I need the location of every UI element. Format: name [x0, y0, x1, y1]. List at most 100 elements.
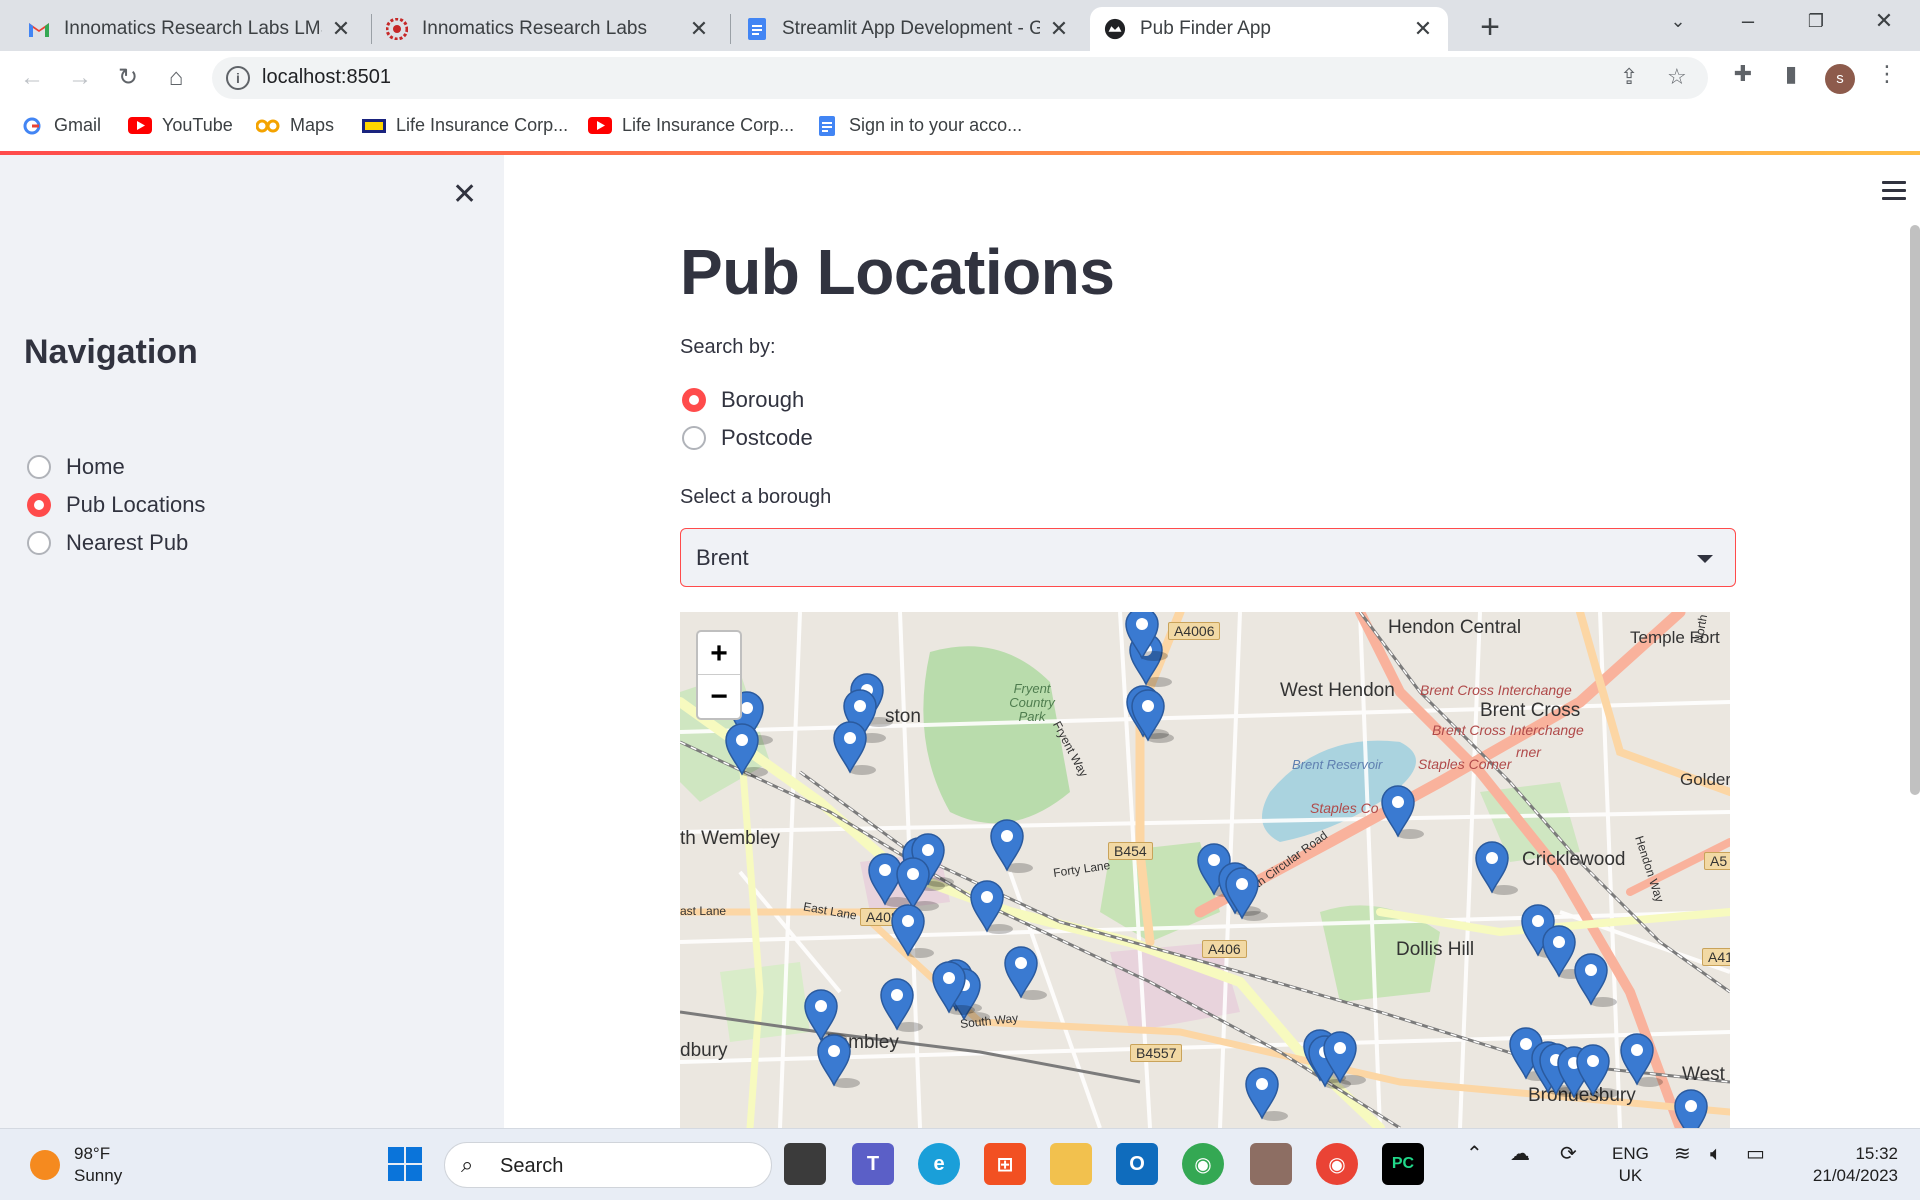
file-explorer-icon[interactable] [1050, 1143, 1092, 1185]
bookmark-youtube[interactable]: YouTube [128, 115, 233, 136]
side-panel-icon[interactable]: ▮ [1774, 61, 1808, 87]
certificate-app-icon[interactable] [1250, 1143, 1292, 1185]
close-sidebar-icon[interactable]: ✕ [452, 177, 477, 212]
close-window-button[interactable]: ✕ [1850, 0, 1918, 44]
pub-marker-icon[interactable] [990, 819, 1033, 873]
pub-marker-icon[interactable] [1004, 946, 1047, 1000]
nav-option-home[interactable]: Home [27, 454, 125, 480]
teams-icon[interactable]: T [852, 1143, 894, 1185]
page-scrollbar[interactable] [1910, 225, 1920, 795]
pub-marker-icon[interactable] [1225, 867, 1268, 921]
pub-marker-icon[interactable] [804, 989, 847, 1043]
pub-marker-icon[interactable] [817, 1034, 860, 1088]
reload-button[interactable]: ↻ [106, 56, 150, 100]
back-button[interactable]: ← [10, 56, 54, 100]
radio-button[interactable] [27, 455, 51, 479]
main-content: Pub Locations Search by: Borough Postcod… [504, 155, 1920, 1128]
pub-marker-icon[interactable] [1245, 1067, 1288, 1121]
pub-marker-icon[interactable] [1674, 1089, 1717, 1128]
task-view-icon[interactable] [784, 1143, 826, 1185]
pub-marker-icon[interactable] [880, 978, 923, 1032]
taskbar-search[interactable]: ⌕ Search [444, 1142, 772, 1188]
search-option-borough[interactable]: Borough [682, 387, 804, 413]
bookmark-maps[interactable]: Maps [256, 115, 334, 136]
bookmark-sign-in[interactable]: Sign in to your acco... [815, 115, 1022, 136]
tab-innomatics-lms[interactable]: Innomatics Research Labs LMS C ✕ [14, 7, 366, 51]
bookmark-lic-1[interactable]: Life Insurance Corp... [362, 115, 568, 136]
search-option-postcode[interactable]: Postcode [682, 425, 813, 451]
zoom-in-button[interactable]: + [698, 632, 740, 675]
radio-button-selected[interactable] [682, 388, 706, 412]
tab-search-button[interactable]: ⌄ [1644, 0, 1712, 44]
weather-widget[interactable]: 98°F Sunny [30, 1143, 122, 1187]
share-icon[interactable]: ⇪ [1620, 64, 1638, 90]
url-text: localhost:8501 [262, 66, 391, 88]
site-info-icon[interactable]: i [226, 66, 250, 90]
borough-select[interactable]: Brent [680, 528, 1736, 587]
extensions-icon[interactable]: ✚ [1726, 61, 1760, 87]
nav-option-nearest-pub[interactable]: Nearest Pub [27, 530, 188, 556]
radio-button[interactable] [682, 426, 706, 450]
minimize-button[interactable]: – [1714, 0, 1782, 44]
gmail-icon [28, 18, 50, 40]
streamlit-icon [1104, 18, 1126, 40]
pub-marker-icon[interactable] [1131, 689, 1174, 743]
radio-button[interactable] [27, 531, 51, 555]
volume-icon[interactable]: 🔈︎ [1710, 1143, 1722, 1165]
sync-icon[interactable]: ⟳ [1560, 1143, 1577, 1165]
address-bar[interactable]: i localhost:8501 ⇪ ☆ [212, 57, 1708, 99]
battery-icon[interactable]: ▭ [1746, 1143, 1765, 1165]
close-tab-icon[interactable]: ✕ [1048, 16, 1070, 42]
home-button[interactable]: ⌂ [154, 56, 198, 100]
zoom-out-button[interactable]: − [698, 675, 740, 718]
nav-option-label: Pub Locations [66, 492, 206, 517]
store-icon[interactable]: ⊞ [984, 1143, 1026, 1185]
bookmark-star-icon[interactable]: ☆ [1667, 64, 1687, 90]
windows-start-icon[interactable] [384, 1143, 426, 1185]
docs-icon [815, 115, 839, 136]
clock[interactable]: 15:32 21/04/2023 [1798, 1143, 1898, 1187]
map-zoom-control: + − [696, 630, 742, 720]
nav-option-pub-locations[interactable]: Pub Locations [27, 492, 205, 518]
pub-marker-icon[interactable] [725, 723, 768, 777]
chrome-icon[interactable]: ◉ [1182, 1143, 1224, 1185]
outlook-icon[interactable]: O [1116, 1143, 1158, 1185]
tab-streamlit-doc[interactable]: Streamlit App Development - Go ✕ [732, 7, 1084, 51]
pub-marker-icon[interactable] [1574, 953, 1617, 1007]
pub-marker-icon[interactable] [970, 880, 1013, 934]
tab-innomatics-research-labs[interactable]: Innomatics Research Labs ✕ [372, 7, 724, 51]
weather-temperature: 98°F [74, 1144, 111, 1163]
forward-button[interactable]: → [58, 56, 102, 100]
pub-map[interactable]: Hendon Central Temple Fort West Hendon B… [680, 612, 1730, 1128]
menu-kebab-icon[interactable]: ⋮ [1870, 61, 1904, 87]
onedrive-icon[interactable]: ☁ [1510, 1143, 1530, 1165]
close-tab-icon[interactable]: ✕ [1412, 16, 1434, 42]
pub-marker-icon[interactable] [1475, 841, 1518, 895]
new-tab-button[interactable]: + [1468, 7, 1512, 51]
browser-toolbar: ← → ↻ ⌂ i localhost:8501 ⇪ ☆ ✚ ▮ s ⋮ [0, 51, 1920, 105]
tab-pub-finder-app[interactable]: Pub Finder App ✕ [1090, 7, 1448, 51]
close-tab-icon[interactable]: ✕ [330, 16, 352, 42]
pub-marker-icon[interactable] [1620, 1033, 1663, 1087]
main-menu-icon[interactable] [1882, 181, 1906, 205]
pub-marker-icon[interactable] [891, 904, 934, 958]
maps-icon [256, 117, 280, 135]
language-indicator[interactable]: ENG UK [1612, 1143, 1649, 1187]
pub-marker-icon[interactable] [1381, 785, 1424, 839]
profile-avatar[interactable]: s [1825, 64, 1855, 94]
google-icon [20, 117, 44, 135]
tray-chevron-up-icon[interactable]: ⌃ [1466, 1143, 1483, 1165]
wifi-icon[interactable]: ≋ [1674, 1143, 1691, 1165]
edge-icon[interactable]: e [918, 1143, 960, 1185]
radio-button-selected[interactable] [27, 493, 51, 517]
chrome-profile-icon[interactable]: ◉ [1316, 1143, 1358, 1185]
restore-button[interactable]: ❐ [1782, 0, 1850, 44]
bookmark-gmail[interactable]: Gmail [20, 115, 101, 136]
pycharm-icon[interactable]: PC [1382, 1143, 1424, 1185]
bookmark-label: YouTube [162, 115, 233, 135]
pub-marker-icon[interactable] [1576, 1044, 1619, 1098]
close-tab-icon[interactable]: ✕ [688, 16, 710, 42]
pub-marker-icon[interactable] [833, 721, 876, 775]
bookmark-lic-2[interactable]: Life Insurance Corp... [588, 115, 794, 136]
tab-title: Pub Finder App [1140, 18, 1271, 39]
